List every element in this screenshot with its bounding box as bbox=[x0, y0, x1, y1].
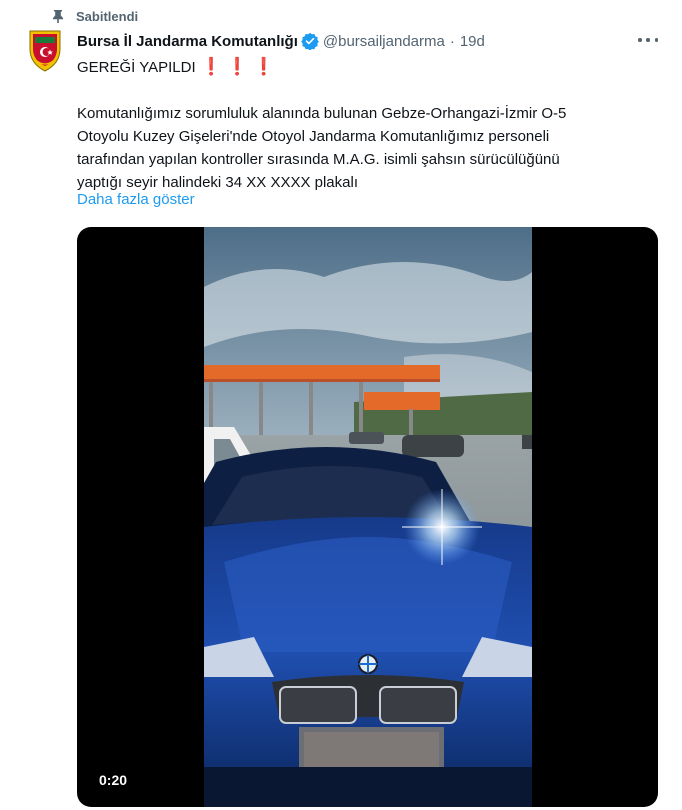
tweet-header: Bursa İl Jandarma Komutanlığı @bursailja… bbox=[77, 31, 485, 51]
tweet-body: Komutanlığımız sorumluluk alanında bulun… bbox=[77, 102, 657, 194]
exclamation-emoji: ❗ bbox=[200, 57, 222, 76]
video-thumbnail bbox=[204, 227, 532, 807]
video-player[interactable]: 0:20 bbox=[77, 227, 658, 807]
tweet-body-line: Komutanlığımız sorumluluk alanında bulun… bbox=[77, 105, 567, 122]
tweet-timestamp[interactable]: 19d bbox=[460, 33, 485, 50]
video-duration: 0:20 bbox=[99, 772, 128, 788]
author-name[interactable]: Bursa İl Jandarma Komutanlığı bbox=[77, 33, 298, 50]
tweet-body-line: tarafından yapılan kontroller sırasında … bbox=[77, 151, 560, 168]
show-more-link[interactable]: Daha fazla göster bbox=[77, 191, 195, 208]
verified-badge-icon[interactable] bbox=[301, 32, 319, 50]
headline-text: GEREĞİ YAPILDI bbox=[77, 58, 196, 76]
jandarma-emblem-icon bbox=[29, 30, 61, 72]
pinned-label: Sabitlendi bbox=[76, 8, 139, 24]
avatar[interactable] bbox=[25, 29, 65, 73]
exclamation-emoji: ❗ bbox=[253, 57, 275, 76]
tweet-card[interactable]: Sabitlendi Bursa İl Jandarma Komutanlığı… bbox=[0, 0, 682, 810]
author-handle[interactable]: @bursailjandarma bbox=[323, 33, 445, 50]
more-options-icon[interactable] bbox=[638, 33, 658, 47]
separator-dot: · bbox=[449, 32, 455, 50]
exclamation-emoji: ❗ bbox=[226, 57, 248, 76]
pinned-indicator: Sabitlendi bbox=[52, 7, 138, 25]
tweet-body-line: Otoyolu Kuzey Gişeleri'nde Otoyol Jandar… bbox=[77, 128, 550, 145]
pin-icon bbox=[53, 10, 63, 23]
tweet-headline: GEREĞİ YAPILDI ❗ ❗ ❗ bbox=[77, 57, 274, 77]
